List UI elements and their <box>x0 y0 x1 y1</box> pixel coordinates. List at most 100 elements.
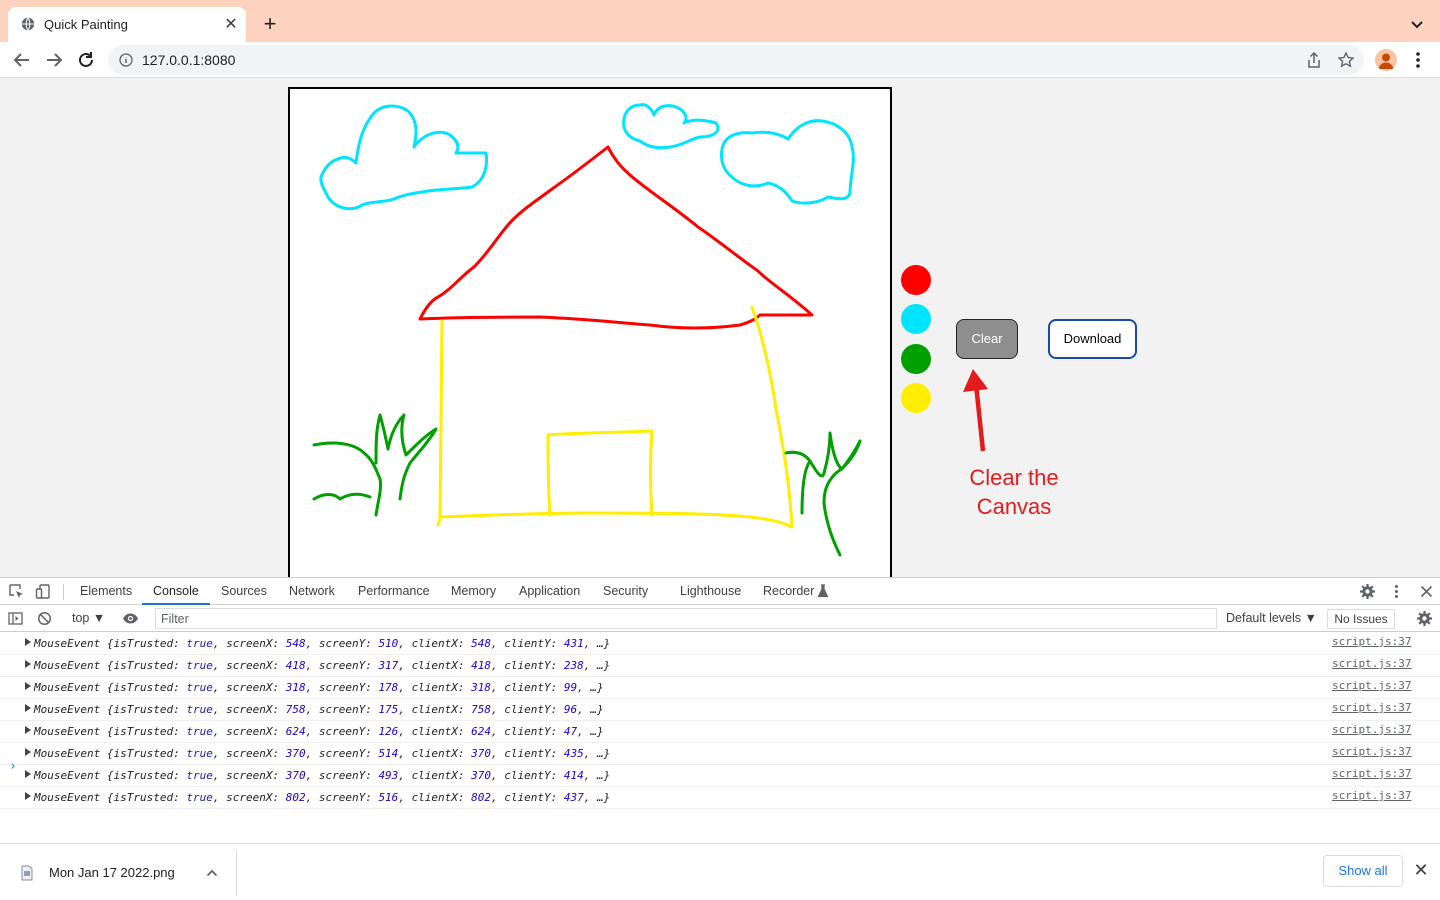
annotation-text: Clear the Canvas <box>969 465 1059 519</box>
url-text[interactable]: 127.0.0.1:8080 <box>142 52 235 68</box>
download-divider <box>236 850 237 896</box>
settings-gear-icon[interactable] <box>1359 583 1376 600</box>
color-swatch-yellow[interactable] <box>901 383 931 413</box>
log-message: MouseEvent {isTrusted: true, screenX: 54… <box>34 637 611 650</box>
expand-triangle-icon[interactable] <box>25 748 31 756</box>
expand-triangle-icon[interactable] <box>25 726 31 734</box>
close-download-shelf-icon[interactable]: ✕ <box>1412 861 1430 879</box>
color-swatch-green[interactable] <box>901 344 931 374</box>
device-toolbar-icon[interactable] <box>35 583 52 600</box>
console-log-row[interactable]: MouseEvent {isTrusted: true, screenX: 37… <box>0 765 1440 787</box>
devtools-panel: Elements Console Sources Network Perform… <box>0 577 1440 843</box>
browser-tab[interactable]: Quick Painting ✕ <box>8 7 246 42</box>
canvas-drawing <box>312 103 862 557</box>
profile-avatar-icon[interactable] <box>1375 49 1397 71</box>
expand-triangle-icon[interactable] <box>25 660 31 668</box>
tab-recorder[interactable]: Recorder <box>763 584 814 598</box>
cloud-stroke <box>720 119 855 205</box>
log-levels-dropdown[interactable]: Default levels ▼ <box>1226 611 1317 625</box>
browser-toolbar: 127.0.0.1:8080 <box>0 42 1440 78</box>
live-expression-eye-icon[interactable] <box>122 610 139 627</box>
tab-network[interactable]: Network <box>289 584 335 598</box>
log-message: MouseEvent {isTrusted: true, screenX: 62… <box>34 725 604 738</box>
log-source-link[interactable]: script.js:37 <box>1332 701 1411 714</box>
grass-stroke <box>312 413 438 517</box>
toolbar-divider <box>63 584 64 600</box>
close-devtools-icon[interactable] <box>1418 583 1435 600</box>
reload-icon[interactable] <box>74 48 98 72</box>
forward-arrow-icon[interactable] <box>42 48 66 72</box>
address-bar[interactable]: 127.0.0.1:8080 <box>108 45 1364 75</box>
log-source-link[interactable]: script.js:37 <box>1332 635 1411 648</box>
tab-security[interactable]: Security <box>603 584 648 598</box>
tab-application[interactable]: Application <box>519 584 580 598</box>
tab-lighthouse[interactable]: Lighthouse <box>680 584 741 598</box>
console-log-row[interactable]: MouseEvent {isTrusted: true, screenX: 41… <box>0 655 1440 677</box>
tab-performance[interactable]: Performance <box>358 584 430 598</box>
tab-elements[interactable]: Elements <box>80 584 132 598</box>
tab-close-icon[interactable]: ✕ <box>222 16 240 34</box>
log-source-link[interactable]: script.js:37 <box>1332 789 1411 802</box>
devtools-more-icon[interactable] <box>1388 583 1405 600</box>
console-log-row[interactable]: MouseEvent {isTrusted: true, screenX: 31… <box>0 677 1440 699</box>
tab-search-chevron-icon[interactable] <box>1406 14 1428 36</box>
download-file-name: Mon Jan 17 2022.png <box>49 865 175 880</box>
sidebar-toggle-icon[interactable] <box>7 610 24 627</box>
log-message: MouseEvent {isTrusted: true, screenX: 75… <box>34 703 604 716</box>
log-levels-label: Default levels <box>1226 611 1302 625</box>
tab-sources[interactable]: Sources <box>221 584 267 598</box>
log-source-link[interactable]: script.js:37 <box>1332 723 1411 736</box>
expand-triangle-icon[interactable] <box>25 682 31 690</box>
bookmark-star-icon[interactable] <box>1337 51 1355 69</box>
console-filter-input[interactable]: Filter <box>155 608 1217 629</box>
download-button[interactable]: Download <box>1048 319 1137 359</box>
download-item[interactable]: Mon Jan 17 2022.png <box>14 853 238 893</box>
clear-console-icon[interactable] <box>36 610 53 627</box>
color-swatch-cyan[interactable] <box>901 304 931 334</box>
console-settings-gear-icon[interactable] <box>1416 610 1433 627</box>
log-message: MouseEvent {isTrusted: true, screenX: 41… <box>34 659 611 672</box>
site-info-icon[interactable] <box>119 53 133 67</box>
active-tab-indicator <box>142 603 210 605</box>
expand-triangle-icon[interactable] <box>25 792 31 800</box>
expand-triangle-icon[interactable] <box>25 770 31 778</box>
inspect-element-icon[interactable] <box>8 583 25 600</box>
show-all-button[interactable]: Show all <box>1323 855 1403 887</box>
console-prompt-caret-icon[interactable]: › <box>9 759 17 774</box>
new-tab-icon[interactable]: + <box>258 13 282 37</box>
cloud-stroke <box>319 104 488 211</box>
cloud-stroke <box>622 103 720 150</box>
console-log-row[interactable]: MouseEvent {isTrusted: true, screenX: 62… <box>0 721 1440 743</box>
tab-memory[interactable]: Memory <box>451 584 496 598</box>
back-arrow-icon[interactable] <box>10 48 34 72</box>
share-icon[interactable] <box>1305 51 1323 69</box>
log-source-link[interactable]: script.js:37 <box>1332 657 1411 670</box>
roof-stroke <box>418 145 814 330</box>
expand-triangle-icon[interactable] <box>25 638 31 646</box>
color-swatch-red[interactable] <box>901 265 931 295</box>
chevron-up-icon[interactable] <box>204 865 220 881</box>
log-source-link[interactable]: script.js:37 <box>1332 679 1411 692</box>
grass-stroke <box>784 431 862 557</box>
console-filter-bar: top ▼ Filter Default levels ▼ No Issues <box>0 606 1440 632</box>
console-log-row[interactable]: MouseEvent {isTrusted: true, screenX: 80… <box>0 787 1440 809</box>
context-selector[interactable]: top ▼ <box>72 611 105 625</box>
chrome-menu-icon[interactable] <box>1408 49 1428 71</box>
browser-tab-strip: Quick Painting ✕ + <box>0 0 1440 42</box>
wall-stroke <box>436 305 794 529</box>
globe-icon <box>21 17 35 31</box>
clear-button[interactable]: Clear <box>956 319 1018 359</box>
log-source-link[interactable]: script.js:37 <box>1332 745 1411 758</box>
log-source-link[interactable]: script.js:37 <box>1332 767 1411 780</box>
expand-triangle-icon[interactable] <box>25 704 31 712</box>
console-log-row[interactable]: MouseEvent {isTrusted: true, screenX: 37… <box>0 743 1440 765</box>
experimental-flask-icon <box>817 584 829 598</box>
console-log-row[interactable]: MouseEvent {isTrusted: true, screenX: 75… <box>0 699 1440 721</box>
image-file-icon <box>21 865 33 881</box>
log-message: MouseEvent {isTrusted: true, screenX: 37… <box>34 747 611 760</box>
drawing-canvas[interactable] <box>288 87 892 577</box>
console-messages: MouseEvent {isTrusted: true, screenX: 54… <box>0 633 1440 809</box>
issues-button[interactable]: No Issues <box>1327 609 1395 629</box>
console-log-row[interactable]: MouseEvent {isTrusted: true, screenX: 54… <box>0 633 1440 655</box>
tab-console[interactable]: Console <box>153 584 199 598</box>
